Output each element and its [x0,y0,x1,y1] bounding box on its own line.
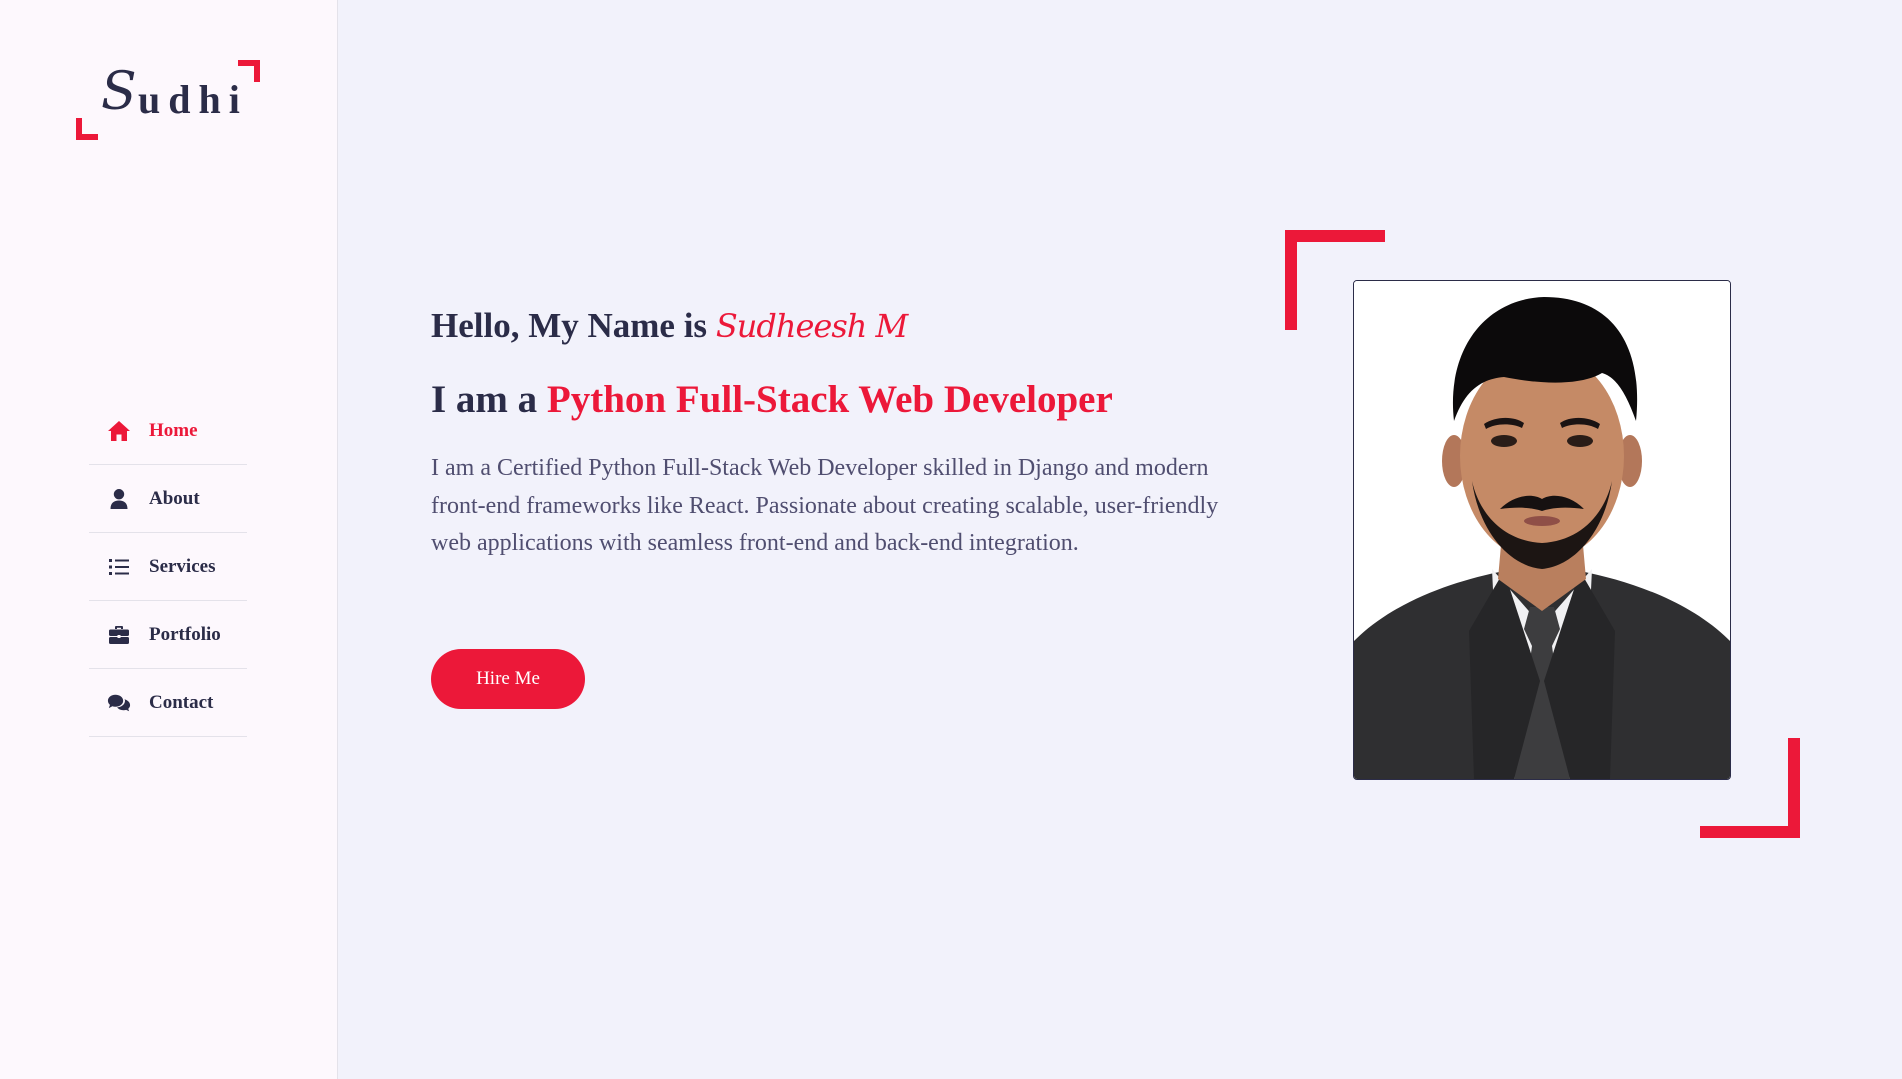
hero-description: I am a Certified Python Full-Stack Web D… [431,455,1219,556]
list-icon [107,556,131,578]
logo-initial: S [101,62,137,122]
nav-label-contact: Contact [149,691,214,713]
hero-name: Sudheesh M [715,307,908,345]
nav-label-about: About [149,487,200,509]
briefcase-icon [107,624,131,646]
nav-item-services[interactable]: Services [89,533,247,601]
role-heading: I am a Python Full-Stack Web Developer [431,372,1271,428]
nav-item-contact[interactable]: Contact [89,669,247,737]
nav-item-portfolio[interactable]: Portfolio [89,601,247,669]
logo-text: udhi [138,77,248,122]
logo-corner-bottom-left [76,118,98,140]
nav-item-about[interactable]: About [89,465,247,533]
sidebar: S udhi Home About Services Portfolio Con… [0,0,338,1079]
logo[interactable]: S udhi [76,60,260,140]
nav-label-portfolio: Portfolio [149,623,221,645]
comments-icon [107,692,131,714]
nav-label-home: Home [149,419,198,441]
role-prefix: I am a [431,378,538,421]
hire-me-button[interactable]: Hire Me [431,649,585,709]
role-highlight: Python Full-Stack Web Developer [546,378,1113,421]
greeting-prefix: Hello, My Name is [431,306,708,345]
hero-text: Hello, My Name is Sudheesh M I am a Pyth… [431,298,1271,563]
nav-label-services: Services [149,555,216,577]
page: S udhi Home About Services Portfolio Con… [0,0,1902,1079]
profile-photo [1353,280,1731,780]
nav-item-home[interactable]: Home [89,397,247,465]
user-icon [107,488,131,510]
sidebar-nav: Home About Services Portfolio Contact [89,397,247,737]
greeting: Hello, My Name is Sudheesh M [431,298,1271,354]
home-icon [107,420,131,442]
